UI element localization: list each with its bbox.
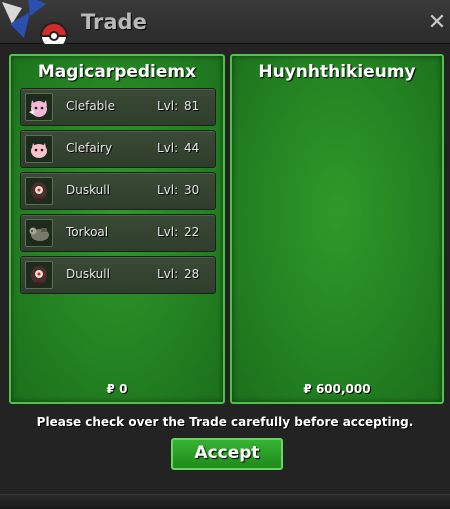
pokemon-level: Lvl: 28 bbox=[157, 267, 199, 281]
window-title: Trade bbox=[81, 10, 147, 34]
player-name-left: Magicarpediemx bbox=[37, 62, 197, 82]
duskull-sprite-icon bbox=[25, 177, 53, 205]
money-value: 0 bbox=[119, 382, 128, 396]
level-value: 30 bbox=[184, 183, 200, 197]
clefable-sprite-icon bbox=[25, 93, 53, 121]
pokemon-slot[interactable]: Duskull Lvl: 30 bbox=[20, 172, 216, 210]
level-label: Lvl: bbox=[157, 225, 179, 239]
level-label: Lvl: bbox=[157, 183, 179, 197]
money-amount-right: ₽ 600,000 bbox=[232, 382, 442, 396]
offer-panel-left: Magicarpediemx Clefable Lvl: 81 Clefairy… bbox=[9, 54, 225, 404]
money-amount-left: ₽ 0 bbox=[11, 382, 223, 396]
pokemon-slot[interactable]: Clefable Lvl: 81 bbox=[20, 88, 216, 126]
pokemon-name: Clefable bbox=[66, 99, 116, 113]
pokemon-slot[interactable]: Duskull Lvl: 28 bbox=[20, 256, 216, 294]
level-value: 44 bbox=[184, 141, 200, 155]
pokemon-level: Lvl: 30 bbox=[157, 183, 199, 197]
level-value: 22 bbox=[184, 225, 200, 239]
currency-symbol: ₽ bbox=[303, 382, 312, 396]
bottom-edge bbox=[0, 494, 450, 509]
accept-button[interactable]: Accept bbox=[171, 438, 283, 470]
pokemon-name: Torkoal bbox=[66, 225, 109, 239]
pokemon-name: Duskull bbox=[66, 267, 110, 281]
pokemon-level: Lvl: 44 bbox=[157, 141, 199, 155]
money-value: 600,000 bbox=[315, 382, 371, 396]
pokemon-level: Lvl: 22 bbox=[157, 225, 199, 239]
close-button[interactable]: ✕ bbox=[426, 10, 448, 36]
torkoal-sprite-icon bbox=[25, 219, 53, 247]
pokemon-slot[interactable]: Torkoal Lvl: 22 bbox=[20, 214, 216, 252]
level-label: Lvl: bbox=[157, 141, 179, 155]
pokemon-name: Clefairy bbox=[66, 141, 113, 155]
clefairy-sprite-icon bbox=[25, 135, 53, 163]
trade-window: Trade ✕ Magicarpediemx Clefable Lvl: 81 … bbox=[0, 0, 450, 509]
pokemon-level: Lvl: 81 bbox=[157, 99, 199, 113]
pokemon-slot[interactable]: Clefairy Lvl: 44 bbox=[20, 130, 216, 168]
pokemon-name: Duskull bbox=[66, 183, 110, 197]
pokeball-logo-icon bbox=[2, 0, 69, 50]
level-label: Lvl: bbox=[157, 267, 179, 281]
duskull-sprite-icon bbox=[25, 261, 53, 289]
level-label: Lvl: bbox=[157, 99, 179, 113]
offer-panel-right: Huynhthikieumy ₽ 600,000 bbox=[230, 54, 444, 404]
trade-body: Magicarpediemx Clefable Lvl: 81 Clefairy… bbox=[0, 44, 450, 494]
level-value: 28 bbox=[184, 267, 200, 281]
title-bar[interactable]: Trade ✕ bbox=[0, 0, 450, 50]
player-name-right: Huynhthikieumy bbox=[258, 62, 416, 82]
level-value: 81 bbox=[184, 99, 200, 113]
trade-notice: Please check over the Trade carefully be… bbox=[36, 415, 414, 429]
currency-symbol: ₽ bbox=[106, 382, 115, 396]
